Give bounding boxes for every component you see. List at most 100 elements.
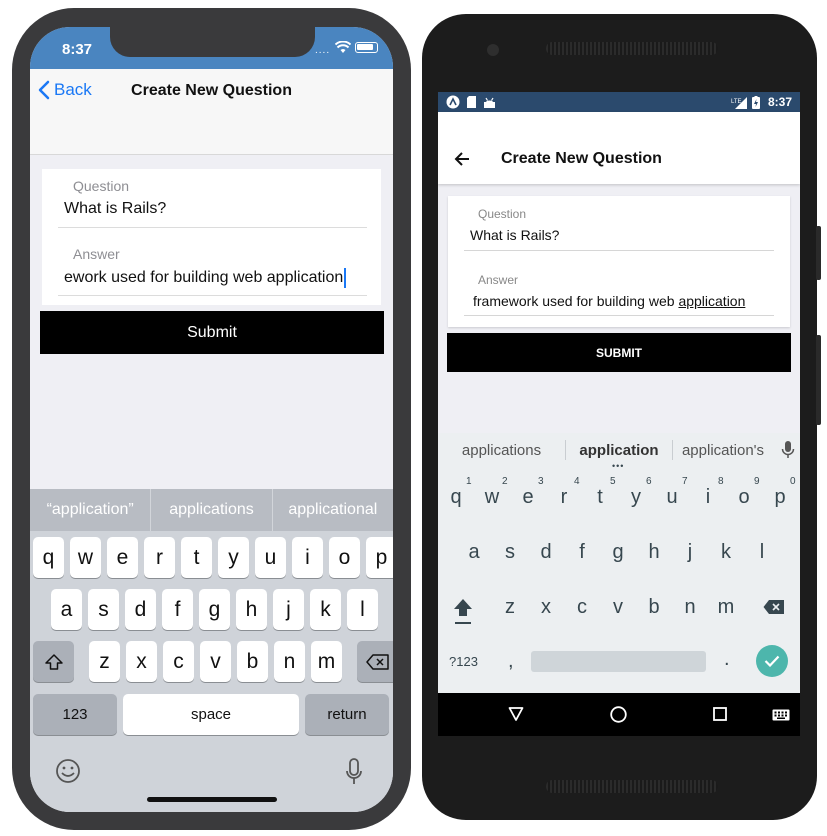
ios-signal-icon: .... xyxy=(315,45,331,56)
key-w[interactable]: w xyxy=(474,486,510,509)
key-g[interactable]: g xyxy=(600,541,636,564)
android-toolbar xyxy=(438,112,800,184)
key-a[interactable]: a xyxy=(456,541,492,564)
question-input[interactable]: What is Rails? xyxy=(64,200,364,218)
answer-underline xyxy=(464,315,774,316)
suggestion-1[interactable]: applications xyxy=(438,442,565,459)
key-t[interactable]: t xyxy=(582,486,618,509)
question-input[interactable]: What is Rails? xyxy=(470,227,770,243)
key-l[interactable]: l xyxy=(744,541,780,564)
key-z[interactable]: z xyxy=(89,641,120,682)
key-j[interactable]: j xyxy=(672,541,708,564)
backspace-icon[interactable] xyxy=(763,599,785,615)
key-n[interactable]: n xyxy=(274,641,305,682)
period-key[interactable]: . xyxy=(724,648,730,671)
key-u[interactable]: u xyxy=(255,537,286,578)
key-r[interactable]: r xyxy=(144,537,175,578)
back-triangle-icon[interactable] xyxy=(508,706,524,722)
more-suggestions-dots[interactable]: ••• xyxy=(612,461,624,471)
key-r[interactable]: r xyxy=(546,486,582,509)
key-s[interactable]: s xyxy=(492,541,528,564)
suggestion-2[interactable]: application xyxy=(566,442,672,459)
ios-key-row-3: z x c v b n m xyxy=(33,641,393,682)
suggestion-3[interactable]: applicational xyxy=(273,489,393,531)
key-y[interactable]: y xyxy=(618,486,654,509)
key-d[interactable]: d xyxy=(125,589,156,630)
key-p[interactable]: p xyxy=(762,486,798,509)
answer-input[interactable]: ework used for building web application xyxy=(64,268,364,288)
suggestion-1[interactable]: “application” xyxy=(30,489,152,531)
arrow-back-icon[interactable] xyxy=(454,151,470,167)
keyboard-switch-icon[interactable] xyxy=(772,709,790,721)
answer-input[interactable]: framework used for building web applicat… xyxy=(473,293,778,309)
key-x[interactable]: x xyxy=(528,596,564,619)
key-w[interactable]: w xyxy=(70,537,101,578)
key-g[interactable]: g xyxy=(199,589,230,630)
key-l[interactable]: l xyxy=(347,589,378,630)
key-h[interactable]: h xyxy=(236,589,267,630)
key-q[interactable]: q xyxy=(438,486,474,509)
key-e[interactable]: e xyxy=(107,537,138,578)
return-key[interactable]: return xyxy=(305,694,389,735)
shift-icon[interactable] xyxy=(452,597,474,627)
microphone-icon[interactable] xyxy=(781,440,795,460)
suggestion-2[interactable]: applications xyxy=(151,489,273,531)
key-q[interactable]: q xyxy=(33,537,64,578)
android-navigation-bar xyxy=(438,693,800,736)
submit-button[interactable]: SUBMIT xyxy=(447,333,791,372)
ios-status-time: 8:37 xyxy=(62,41,93,58)
key-i[interactable]: i xyxy=(292,537,323,578)
key-e[interactable]: e xyxy=(510,486,546,509)
key-k[interactable]: k xyxy=(708,541,744,564)
enter-key[interactable] xyxy=(756,645,788,677)
key-c[interactable]: c xyxy=(163,641,194,682)
key-d[interactable]: d xyxy=(528,541,564,564)
backspace-icon xyxy=(365,653,389,670)
key-s[interactable]: s xyxy=(88,589,119,630)
key-f[interactable]: f xyxy=(162,589,193,630)
submit-button[interactable]: Submit xyxy=(40,311,384,354)
key-o[interactable]: o xyxy=(329,537,360,578)
answer-composing-word: application xyxy=(678,293,746,309)
key-b[interactable]: b xyxy=(237,641,268,682)
suggestion-3[interactable]: application's xyxy=(673,442,773,459)
key-x[interactable]: x xyxy=(126,641,157,682)
shift-key[interactable] xyxy=(33,641,74,682)
symbols-key[interactable]: ?123 xyxy=(449,654,478,669)
dictation-mic-icon[interactable] xyxy=(345,758,363,786)
key-f[interactable]: f xyxy=(564,541,600,564)
key-o[interactable]: o xyxy=(726,486,762,509)
android-screen: LTE 8:37 Create New Question Question Wh… xyxy=(438,92,800,736)
space-key[interactable]: space xyxy=(123,694,299,735)
key-j[interactable]: j xyxy=(273,589,304,630)
key-p[interactable]: p xyxy=(366,537,393,578)
key-h[interactable]: h xyxy=(636,541,672,564)
key-y[interactable]: y xyxy=(218,537,249,578)
key-v[interactable]: v xyxy=(200,641,231,682)
numbers-key[interactable]: 123 xyxy=(33,694,117,735)
key-n[interactable]: n xyxy=(672,596,708,619)
key-i[interactable]: i xyxy=(690,486,726,509)
home-circle-icon[interactable] xyxy=(610,706,627,723)
key-v[interactable]: v xyxy=(600,596,636,619)
key-z[interactable]: z xyxy=(492,596,528,619)
delete-key[interactable] xyxy=(357,641,393,682)
page-title: Create New Question xyxy=(131,82,292,99)
key-k[interactable]: k xyxy=(310,589,341,630)
key-b[interactable]: b xyxy=(636,596,672,619)
shift-icon xyxy=(44,653,63,670)
ios-key-row-1: q w e r t y u i o p xyxy=(33,537,393,578)
key-t[interactable]: t xyxy=(181,537,212,578)
space-bar[interactable] xyxy=(531,651,706,672)
android-volume-button xyxy=(816,335,821,425)
comma-key[interactable]: , xyxy=(508,650,514,673)
key-m[interactable]: m xyxy=(708,596,744,619)
android-debug-icon xyxy=(484,97,495,108)
recents-square-icon[interactable] xyxy=(713,707,727,721)
key-c[interactable]: c xyxy=(564,596,600,619)
key-m[interactable]: m xyxy=(311,641,342,682)
key-a[interactable]: a xyxy=(51,589,82,630)
emoji-icon[interactable] xyxy=(55,758,81,784)
key-u[interactable]: u xyxy=(654,486,690,509)
status-right-icons: LTE xyxy=(731,96,760,109)
